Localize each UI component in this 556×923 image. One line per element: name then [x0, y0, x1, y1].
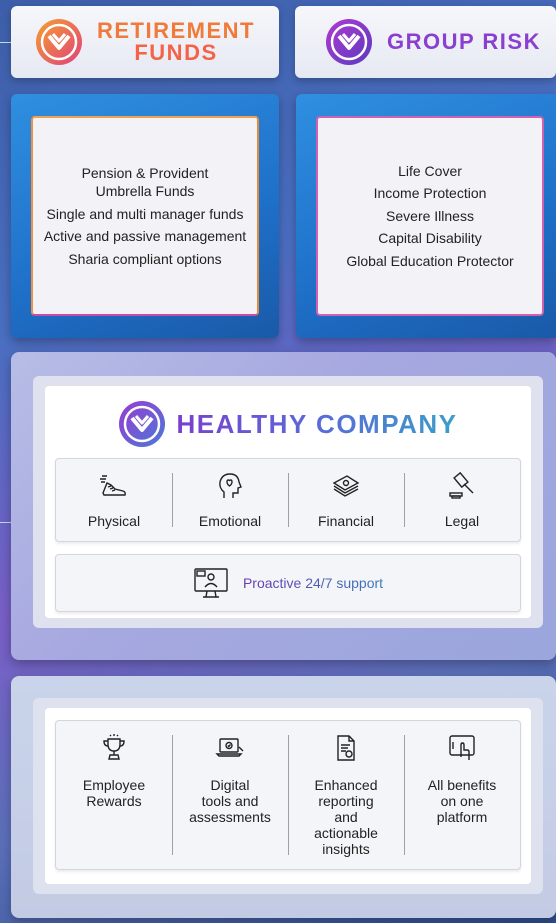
report-document-icon	[337, 735, 355, 761]
pillar-emotional: Emotional	[172, 459, 288, 541]
pillar-label: Physical	[87, 513, 141, 529]
pillar-label: Legal	[444, 513, 480, 529]
benefits-panel: Employee Rewards Digital tools and asses…	[11, 676, 556, 918]
pillar-label: Financial	[317, 513, 375, 529]
retirement-funds-title: RETIREMENT FUNDS	[97, 18, 255, 65]
tablet-touch-icon	[449, 735, 475, 760]
healthy-company-heading: HEALTHY COMPANY	[45, 400, 531, 448]
healthy-company-panel: HEALTHY COMPANY Physical Emotional Finan…	[11, 352, 556, 660]
benefit-label: Enhanced reporting and actionable insigh…	[314, 777, 378, 857]
healthy-company-frame: HEALTHY COMPANY Physical Emotional Finan…	[33, 376, 543, 628]
benefit-employee-rewards: Employee Rewards	[56, 721, 172, 869]
monitor-support-icon	[194, 568, 228, 598]
wellbeing-pillars: Physical Emotional Financial Legal	[55, 458, 521, 542]
vitality-logo-icon	[119, 401, 166, 447]
list-item: Capital Disability	[378, 230, 482, 247]
laptop-icon	[215, 738, 244, 757]
benefit-digital-tools: Digital tools and assessments	[172, 721, 288, 869]
head-heart-icon	[219, 473, 242, 498]
money-stack-icon	[332, 475, 360, 497]
benefits-frame: Employee Rewards Digital tools and asses…	[33, 698, 543, 894]
retirement-funds-list: Pension & Provident Umbrella Funds Singl…	[31, 116, 259, 316]
pillar-physical: Physical	[56, 459, 172, 541]
benefits-card: Employee Rewards Digital tools and asses…	[45, 708, 531, 884]
group-risk-title: GROUP RISK	[387, 29, 541, 54]
support-banner: Proactive 24/7 support	[55, 554, 521, 612]
list-item: Global Education Protector	[346, 252, 514, 269]
benefits-row: Employee Rewards Digital tools and asses…	[55, 720, 521, 870]
healthy-company-title: HEALTHY COMPANY	[176, 408, 458, 439]
list-item: Sharia compliant options	[68, 250, 222, 267]
trophy-icon	[103, 734, 125, 760]
pillar-legal: Legal	[404, 459, 520, 541]
vitality-logo-icon	[325, 18, 373, 66]
list-item: Single and multi manager funds	[46, 205, 244, 222]
healthy-company-card: HEALTHY COMPANY Physical Emotional Finan…	[45, 386, 531, 618]
benefit-enhanced-reporting: Enhanced reporting and actionable insigh…	[288, 721, 404, 869]
gavel-icon	[449, 471, 474, 499]
list-item: Umbrella Funds	[95, 183, 195, 200]
pillar-financial: Financial	[288, 459, 404, 541]
support-label: Proactive 24/7 support	[242, 575, 384, 591]
group-risk-header: GROUP RISK	[295, 6, 556, 78]
list-item: Income Protection	[373, 185, 487, 202]
retirement-funds-header: RETIREMENT FUNDS	[11, 6, 279, 78]
benefit-label: Employee Rewards	[82, 777, 146, 809]
pillar-label: Emotional	[198, 513, 262, 529]
retirement-funds-panel: Pension & Provident Umbrella Funds Singl…	[11, 94, 279, 338]
running-shoe-icon	[100, 475, 126, 496]
list-item: Life Cover	[398, 162, 462, 179]
benefit-label: All benefits on one platform	[427, 777, 497, 825]
vitality-logo-icon	[35, 18, 83, 66]
list-item: Severe Illness	[386, 207, 474, 224]
group-risk-panel: Life Cover Income Protection Severe Illn…	[296, 94, 556, 338]
benefit-all-in-one-platform: All benefits on one platform	[404, 721, 520, 869]
benefit-label: Digital tools and assessments	[189, 777, 271, 825]
group-risk-list: Life Cover Income Protection Severe Illn…	[316, 116, 544, 316]
list-item: Active and passive management	[43, 228, 247, 245]
